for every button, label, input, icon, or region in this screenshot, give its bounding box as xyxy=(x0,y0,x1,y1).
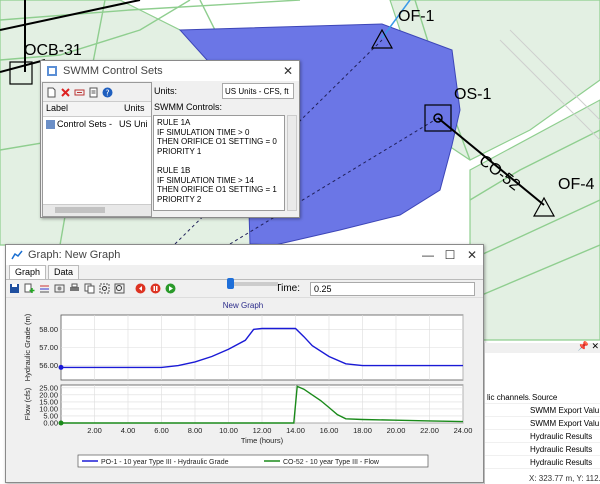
minimize-button[interactable]: — xyxy=(417,245,439,265)
new-file-icon[interactable] xyxy=(46,87,57,98)
zoom-window-icon[interactable] xyxy=(114,283,125,294)
graph-chart[interactable]: New Graph 56.00 57.00 58.00 Hydraulic Grade … xyxy=(6,298,481,480)
x-tick-label: 22.00 xyxy=(420,426,439,435)
col-label-header[interactable]: Label xyxy=(43,102,121,116)
x-tick-label: 2.00 xyxy=(87,426,102,435)
status-coordinates: X: 323.77 m, Y: 112.43 xyxy=(529,474,600,483)
grade-axis-label: Hydraulic Grade (m) xyxy=(23,313,32,381)
svg-text:?: ? xyxy=(105,88,109,97)
y-tick-label: 56.00 xyxy=(39,361,58,370)
swmm-controls-textarea[interactable]: RULE 1A IF SIMULATION TIME > 0 THEN ORIF… xyxy=(153,115,285,211)
units-label: Units: xyxy=(154,86,178,96)
list-item[interactable]: Hydraulic Results xyxy=(485,456,600,469)
time-slider-thumb[interactable] xyxy=(227,278,234,289)
x-tick-label: 14.00 xyxy=(286,426,305,435)
swmm-toolbar: ? xyxy=(43,83,151,102)
control-editor-panel: Units: US Units - CFS, ft SWMM Controls:… xyxy=(151,82,297,215)
x-tick-label: 12.00 xyxy=(253,426,272,435)
time-input[interactable]: 0.25 xyxy=(310,281,475,296)
control-set-icon xyxy=(46,119,55,129)
swmm-controls-label: SWMM Controls: xyxy=(154,102,223,112)
series-start-marker xyxy=(58,364,64,370)
tab-graph[interactable]: Graph xyxy=(9,265,47,279)
y-tick-label: 57.00 xyxy=(39,343,58,352)
legend-entry-grade: PO-1 - 10 year Type III - Hydraulic Grad… xyxy=(101,459,229,466)
help-icon[interactable]: ? xyxy=(102,87,113,98)
time-slider-track[interactable] xyxy=(228,282,278,286)
swmm-close-button[interactable]: ✕ xyxy=(277,61,299,81)
x-tick-label: 4.00 xyxy=(121,426,136,435)
map-label-of1: OF-1 xyxy=(398,8,435,25)
chart-settings-icon[interactable] xyxy=(54,283,65,294)
map-label-ocb31: OCB-31 xyxy=(24,42,82,59)
results-panel: 📌 ✕ lic channels. Source SWMM Export Val… xyxy=(484,341,600,484)
list-item[interactable]: Hydraulic Results xyxy=(485,430,600,443)
list-item[interactable]: SWMM Export Valu xyxy=(485,417,600,430)
partial-description: lic channels. xyxy=(487,392,530,402)
x-tick-label: 8.00 xyxy=(188,426,203,435)
control-sets-header: Label Units xyxy=(43,102,151,117)
units-dropdown-value: US Units - CFS, ft xyxy=(225,86,289,96)
pause-icon[interactable] xyxy=(150,283,161,294)
save-icon[interactable] xyxy=(9,283,20,294)
control-set-units: US Units xyxy=(119,119,147,129)
play-icon[interactable] xyxy=(165,283,176,294)
swmm-control-sets-window[interactable]: SWMM Control Sets ✕ ? Label Units Contro… xyxy=(40,60,300,218)
panel-close-button[interactable]: ✕ xyxy=(591,341,599,352)
report-icon[interactable] xyxy=(88,87,99,98)
control-set-label: Control Sets - 1 xyxy=(57,119,115,129)
copy-icon[interactable] xyxy=(84,283,95,294)
series-options-icon[interactable] xyxy=(39,283,50,294)
x-axis-label: Time (hours) xyxy=(241,436,284,445)
y-tick-label: 25.00 xyxy=(39,383,58,392)
list-item[interactable]: SWMM Export Valu xyxy=(485,404,600,417)
graph-titlebar[interactable]: Graph: New Graph — ☐ ✕ xyxy=(6,245,483,265)
flow-axis-label: Flow (cfs) xyxy=(23,387,32,420)
graph-close-button[interactable]: ✕ xyxy=(461,245,483,265)
map-label-os1: OS-1 xyxy=(454,86,492,103)
chart-title: New Graph xyxy=(223,301,263,310)
swmm-window-title: SWMM Control Sets xyxy=(63,65,163,77)
delete-icon[interactable] xyxy=(60,87,71,98)
list-item[interactable]: Hydraulic Results xyxy=(485,443,600,456)
x-tick-label: 16.00 xyxy=(320,426,339,435)
units-dropdown[interactable]: US Units - CFS, ft xyxy=(222,83,294,99)
source-column-header[interactable]: Source xyxy=(530,393,557,402)
map-label-of4: OF-4 xyxy=(558,176,595,193)
graph-app-icon xyxy=(11,250,23,260)
swmm-titlebar[interactable]: SWMM Control Sets ✕ xyxy=(41,61,299,81)
panel-header: 📌 ✕ xyxy=(485,341,600,353)
graph-window-title: Graph: New Graph xyxy=(28,249,121,261)
print-icon[interactable] xyxy=(69,283,80,294)
x-tick-label: 24.00 xyxy=(454,426,473,435)
tab-data[interactable]: Data xyxy=(48,265,80,279)
graph-tabs: Graph Data xyxy=(6,265,483,280)
time-label: Time: xyxy=(275,283,300,294)
x-tick-label: 10.00 xyxy=(219,426,238,435)
time-input-value: 0.25 xyxy=(314,283,332,294)
x-tick-label: 18.00 xyxy=(353,426,372,435)
table-row[interactable]: Control Sets - 1 US Units xyxy=(43,117,151,131)
list-horizontal-scrollbar[interactable] xyxy=(43,204,151,216)
control-sets-list-panel: ? Label Units Control Sets - 1 US Units xyxy=(42,82,152,217)
pin-icon[interactable]: 📌 xyxy=(578,341,589,352)
x-tick-label: 6.00 xyxy=(154,426,169,435)
x-tick-label: 20.00 xyxy=(387,426,406,435)
zoom-extents-icon[interactable] xyxy=(99,283,110,294)
maximize-button[interactable]: ☐ xyxy=(439,245,461,265)
rewind-icon[interactable] xyxy=(135,283,146,294)
controls-vertical-scrollbar[interactable] xyxy=(287,115,297,211)
col-units-header[interactable]: Units xyxy=(121,102,148,116)
swmm-app-icon xyxy=(47,66,57,76)
add-series-icon[interactable] xyxy=(24,283,35,294)
result-col-header: lic channels. Source xyxy=(485,391,600,404)
rename-icon[interactable] xyxy=(74,87,85,98)
series-start-marker xyxy=(58,420,64,426)
graph-window[interactable]: Graph: New Graph — ☐ ✕ Graph Data Time: … xyxy=(5,244,484,483)
y-tick-label: 58.00 xyxy=(39,325,58,334)
legend-entry-flow: CO-52 - 10 year Type III - Flow xyxy=(283,459,380,466)
